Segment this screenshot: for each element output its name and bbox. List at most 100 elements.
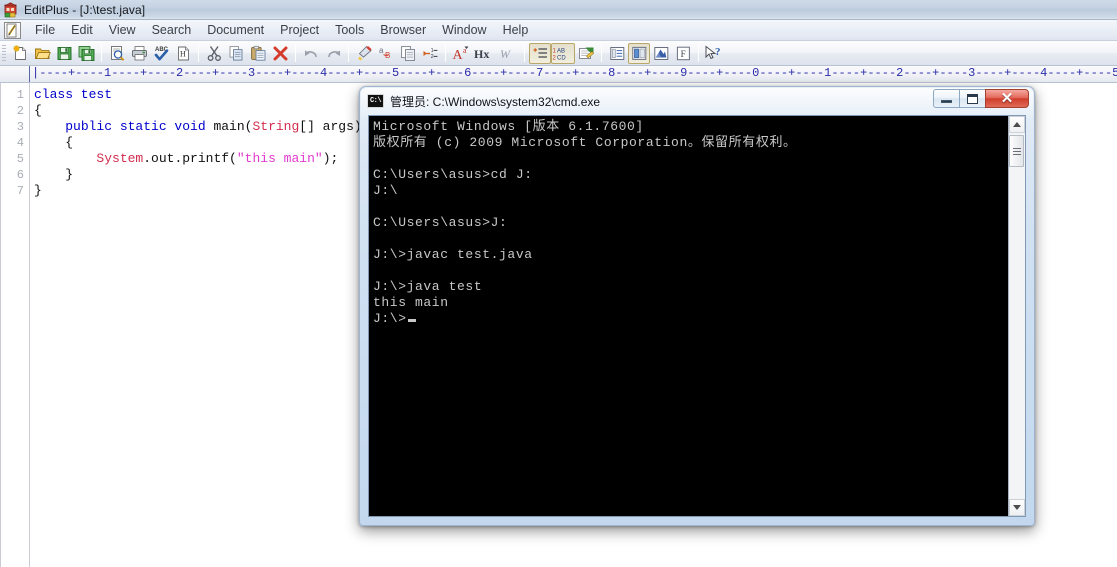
svg-text:CD: CD — [557, 55, 566, 61]
cut-icon[interactable] — [203, 43, 225, 64]
context-help-icon[interactable]: ? — [703, 43, 727, 64]
code-token: System — [96, 151, 144, 166]
console-line: this main — [373, 295, 449, 310]
spell-check-icon[interactable]: ABC — [150, 43, 172, 64]
document-selector-icon[interactable] — [606, 43, 628, 64]
svg-text:H: H — [180, 49, 186, 58]
line-numbers-icon[interactable] — [529, 42, 551, 64]
scrollbar-track[interactable] — [1009, 133, 1025, 499]
menu-item-search[interactable]: Search — [144, 21, 200, 39]
console-line: C:\Users\asus>cd J: — [373, 167, 533, 182]
redo-icon[interactable] — [322, 43, 344, 64]
cliptext-window-icon[interactable] — [650, 43, 672, 64]
open-folder-icon[interactable] — [31, 43, 53, 64]
save-icon[interactable] — [53, 43, 75, 64]
html-page-icon[interactable]: H — [172, 43, 194, 64]
triangle-down-icon — [1013, 505, 1021, 510]
svg-text:AB: AB — [557, 48, 565, 54]
menu-bar: File Edit View Search Document Project T… — [0, 20, 1117, 41]
line-number: 6 — [16, 168, 24, 182]
ruler-gutter-spacer — [0, 66, 30, 82]
console-line: J:\>java test — [373, 279, 483, 294]
menu-item-browser[interactable]: Browser — [372, 21, 434, 39]
console-line: C:\Users\asus>J: — [373, 215, 508, 230]
preview-browser-icon[interactable] — [575, 43, 597, 64]
svg-text:2: 2 — [430, 54, 433, 60]
print-preview-icon[interactable] — [106, 43, 128, 64]
scroll-up-arrow[interactable] — [1009, 116, 1025, 133]
toolbar-separator — [601, 44, 602, 62]
console-icon: C:\ — [367, 94, 384, 108]
font-size-icon[interactable]: A a — [450, 43, 472, 64]
scroll-thumb[interactable] — [1009, 135, 1024, 167]
toolbar-separator — [445, 44, 446, 62]
svg-text:W: W — [500, 47, 511, 61]
save-all-icon[interactable] — [75, 43, 97, 64]
menu-item-window[interactable]: Window — [434, 21, 494, 39]
console-line: J:\>javac test.java — [373, 247, 533, 262]
editplus-app-icon — [3, 1, 19, 18]
copy-icon[interactable] — [225, 43, 247, 64]
toggle-case-icon[interactable]: 1 AB 2 CD — [551, 42, 575, 64]
print-icon[interactable] — [128, 43, 150, 64]
toolbar-separator — [524, 44, 525, 62]
cmd-title-bar: C:\ 管理员: C:\Windows\system32\cmd.exe — [367, 90, 600, 112]
console-icon-label: C:\ — [369, 96, 382, 105]
command-prompt-window[interactable]: C:\ 管理员: C:\Windows\system32\cmd.exe ✕ M… — [359, 86, 1035, 526]
toolbar-separator — [295, 44, 296, 62]
menu-item-file[interactable]: File — [27, 21, 63, 39]
code-token: String — [252, 119, 300, 134]
console-cursor — [407, 319, 416, 322]
maximize-button[interactable] — [959, 89, 986, 108]
line-number-gutter: 1 2 3 4 5 6 7 — [0, 83, 30, 567]
undo-icon[interactable] — [300, 43, 322, 64]
menu-item-view[interactable]: View — [101, 21, 144, 39]
minimize-button[interactable] — [933, 89, 960, 108]
console-scrollbar[interactable] — [1008, 116, 1025, 516]
console-client-area[interactable]: Microsoft Windows [版本 6.1.7600] 版权所有 (c) … — [368, 115, 1026, 517]
code-token: .out.printf( — [143, 151, 237, 166]
delete-icon[interactable] — [269, 43, 291, 64]
thumb-grip-icon — [1012, 147, 1021, 155]
function-list-icon[interactable]: F — [672, 43, 694, 64]
line-number: 7 — [16, 184, 24, 198]
menu-item-project[interactable]: Project — [272, 21, 327, 39]
directory-window-icon[interactable] — [628, 42, 650, 64]
find-replace-icon[interactable]: a B — [375, 43, 397, 64]
duplicate-lines-icon[interactable] — [397, 43, 419, 64]
svg-text:A: A — [452, 48, 463, 62]
code-token: [] args) — [299, 119, 362, 134]
highlight-marker-icon[interactable] — [353, 43, 375, 64]
menu-item-help[interactable]: Help — [495, 21, 537, 39]
menu-item-edit[interactable]: Edit — [63, 21, 101, 39]
document-pencil-icon[interactable] — [4, 21, 21, 39]
menu-item-document[interactable]: Document — [199, 21, 272, 39]
close-button[interactable]: ✕ — [985, 89, 1029, 108]
new-document-icon[interactable] — [9, 43, 31, 64]
line-number: 4 — [16, 136, 24, 150]
main-toolbar: ABC H a B 1 2 A a Hx W 1 AB 2 CD F ? — [0, 41, 1117, 66]
menu-item-tools[interactable]: Tools — [327, 21, 372, 39]
word-wrap-icon[interactable]: W — [498, 43, 520, 64]
toolbar-separator — [198, 44, 199, 62]
code-token: public static void — [65, 119, 214, 134]
cmd-window-buttons: ✕ — [933, 89, 1029, 108]
indent-list-icon[interactable]: 1 2 — [419, 43, 441, 64]
triangle-up-icon — [1013, 122, 1021, 127]
console-output-text[interactable]: Microsoft Windows [版本 6.1.7600] 版权所有 (c) … — [369, 116, 1008, 516]
scroll-down-arrow[interactable] — [1009, 499, 1025, 516]
code-token: class test — [34, 87, 113, 102]
hex-view-icon[interactable]: Hx — [472, 43, 498, 64]
editor-left-border — [0, 83, 1, 567]
console-line: J:\> — [373, 311, 1008, 327]
editor-ruler: |----+----1----+----2----+----3----+----… — [0, 66, 1117, 83]
paste-icon[interactable] — [247, 43, 269, 64]
svg-text:F: F — [680, 49, 685, 59]
console-line: Microsoft Windows [版本 6.1.7600] — [373, 119, 644, 134]
code-token: ); — [322, 151, 339, 166]
toolbar-grip[interactable] — [2, 44, 6, 62]
